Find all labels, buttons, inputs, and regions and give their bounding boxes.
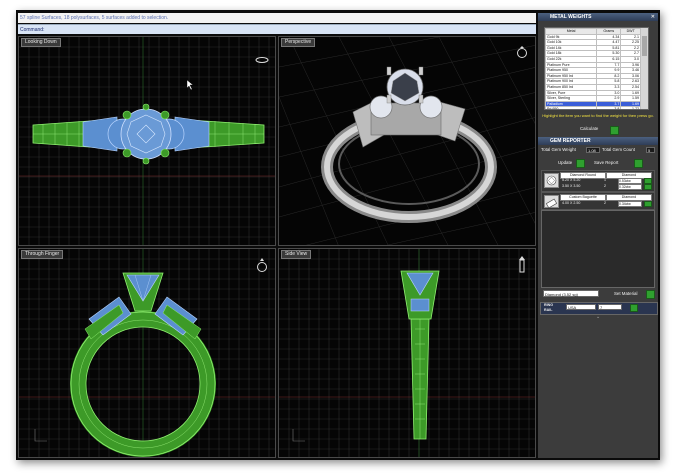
viewport-title-side[interactable]: Side View [281, 250, 312, 259]
gem-select-button-3[interactable] [644, 201, 652, 207]
viewport-title-top[interactable]: Looking Down [21, 38, 61, 47]
set-material-label: Set Material [614, 291, 638, 296]
gem-size-2: 3.50 X 3.50 [562, 184, 581, 188]
viewport-perspective[interactable]: Perspective [278, 36, 536, 246]
expand-chevron-icon[interactable]: ⌄ [596, 314, 600, 320]
total-gem-count-label: Total Gem Count [602, 147, 635, 152]
calculate-label: Calculate [580, 126, 599, 131]
update-button[interactable] [576, 159, 585, 168]
metal-weights-header[interactable]: METAL WEIGHTS ✕ [538, 13, 658, 21]
panel-close-icon[interactable]: ✕ [651, 13, 655, 21]
viewport-title-perspective[interactable]: Perspective [281, 38, 316, 47]
ring-apply-button[interactable] [630, 304, 638, 312]
ring-standard-select[interactable]: USA [566, 304, 596, 310]
command-line[interactable]: Command: [18, 24, 536, 34]
ring-perspective-icon [515, 45, 529, 64]
total-gem-count-value: 5 [646, 147, 655, 153]
top-view-canvas [19, 37, 275, 245]
plugin-panel: METAL WEIGHTS ✕ Metal Grams DWT Gold 9k 4.3… [538, 13, 658, 458]
gem-ct-2: 0.32ctw [618, 184, 642, 190]
save-report-button[interactable] [634, 159, 643, 168]
viewport-title-front[interactable]: Through Finger [21, 250, 64, 259]
metal-weights-table[interactable]: Metal Grams DWT Gold 9k 4.34 2.1 Gold 10k 4.47… [544, 27, 649, 110]
ring-size-select[interactable]: 7 [598, 304, 622, 310]
command-prompt: Command: [20, 27, 45, 33]
perspective-canvas [279, 37, 535, 245]
total-gem-weight-value: 1.08 [586, 147, 600, 153]
ring-rail-title: RING RAIL [544, 303, 553, 312]
round-diamond-icon [544, 173, 559, 188]
gem-qty-3: 2 [604, 201, 606, 205]
gem-ct-3: 0.34ctw [618, 201, 642, 207]
ring-side-view-icon [515, 255, 529, 278]
table-cell: 1.72 [620, 106, 641, 109]
front-view-canvas [19, 249, 275, 457]
material-select[interactable]: Diamond (3.52 sg) [543, 290, 599, 297]
gem-select-button-2[interactable] [644, 184, 652, 190]
viewport-side[interactable]: Side View [278, 248, 536, 458]
ring-top-view-icon [255, 51, 269, 69]
set-material-button[interactable] [646, 290, 655, 299]
gem-item-baguette[interactable]: Custom Baguette Diamond 4.00 X 2.50 2 0.… [541, 192, 655, 210]
total-gem-weight-label: Total Gem Weight [541, 147, 576, 152]
command-history: 57 spline Surfaces, 18 polysurfaces, 5 s… [18, 13, 536, 23]
table-cell: 3.8 [596, 106, 622, 109]
viewport-top[interactable]: Looking Down [18, 36, 276, 246]
update-label: Update [558, 160, 573, 165]
table-row[interactable]: Pd 950 3.8 1.72 [545, 106, 641, 109]
table-scrollbar[interactable] [641, 28, 648, 109]
save-report-label: Save Report [594, 160, 619, 165]
side-view-canvas [279, 249, 535, 457]
gem-reporter-header[interactable]: GEM REPORTER [538, 137, 658, 145]
gem-item-round[interactable]: Diamond Round Diamond 5.20 X 5.20 1 0.53… [541, 170, 655, 192]
metal-weights-title: METAL WEIGHTS [550, 14, 592, 20]
viewport-front[interactable]: Through Finger [18, 248, 276, 458]
gem-reporter-title: GEM REPORTER [550, 138, 591, 144]
gem-qty-2: 2 [604, 184, 606, 188]
ring-front-view-icon [255, 257, 269, 278]
baguette-diamond-icon [544, 195, 559, 209]
scrollbar-thumb[interactable] [642, 36, 647, 56]
metal-weights-hint: Highlight the item you want to find the … [542, 113, 654, 118]
calculate-go-button[interactable] [610, 126, 619, 135]
table-cell: Pd 950 [545, 106, 598, 109]
gem-list-area[interactable] [541, 210, 655, 288]
gem-type-baguette: Diamond [606, 194, 652, 201]
gem-size-3: 4.00 X 2.50 [562, 201, 581, 205]
